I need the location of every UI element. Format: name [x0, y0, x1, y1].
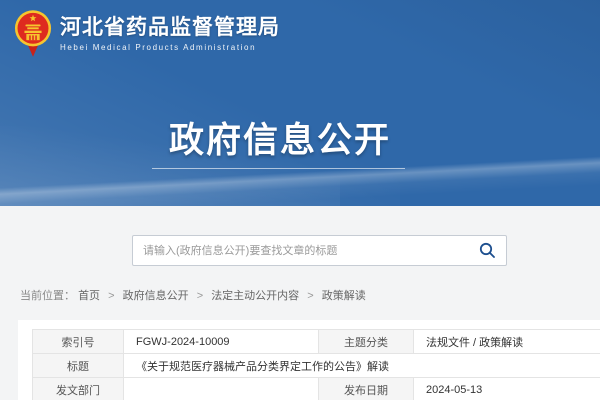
- breadcrumb-label: 当前位置：: [20, 290, 75, 302]
- content-card: 索引号 FGWJ-2024-10009 主题分类 法规文件 / 政策解读 标题 …: [18, 320, 600, 400]
- page: 河北省药品监督管理局 Hebei Medical Products Admini…: [0, 0, 600, 400]
- search-icon: [479, 242, 496, 259]
- breadcrumb-separator: >: [307, 290, 313, 302]
- table-row: 索引号 FGWJ-2024-10009 主题分类 法规文件 / 政策解读: [33, 330, 600, 354]
- index-number-value: FGWJ-2024-10009: [124, 330, 319, 354]
- breadcrumb-item-policy-interpretation[interactable]: 政策解读: [322, 290, 366, 302]
- topic-category-label: 主题分类: [319, 330, 414, 354]
- org-name-cn: 河北省药品监督管理局: [60, 16, 280, 40]
- national-emblem-icon: [14, 9, 52, 59]
- table-row: 发文部门 发布日期 2024-05-13: [33, 378, 600, 400]
- org-names: 河北省药品监督管理局 Hebei Medical Products Admini…: [60, 16, 280, 52]
- breadcrumb-item-statutory-content[interactable]: 法定主动公开内容: [211, 290, 299, 302]
- topic-category-value: 法规文件 / 政策解读: [414, 330, 600, 354]
- publish-date-value: 2024-05-13: [414, 378, 600, 400]
- title-value: 《关于规范医疗器械产品分类界定工作的公告》解读: [124, 354, 600, 378]
- breadcrumb-separator: >: [197, 290, 203, 302]
- search-box: [132, 235, 507, 266]
- page-title: 政府信息公开: [0, 112, 560, 163]
- issuing-department-label: 发文部门: [33, 378, 124, 400]
- org-name-en: Hebei Medical Products Administration: [60, 43, 280, 52]
- table-row: 标题 《关于规范医疗器械产品分类界定工作的公告》解读: [33, 354, 600, 378]
- breadcrumb: 当前位置： 首页 > 政府信息公开 > 法定主动公开内容 > 政策解读: [20, 287, 366, 303]
- banner: 河北省药品监督管理局 Hebei Medical Products Admini…: [0, 0, 600, 206]
- breadcrumb-item-home[interactable]: 首页: [78, 290, 100, 302]
- site-logo[interactable]: 河北省药品监督管理局 Hebei Medical Products Admini…: [14, 9, 280, 59]
- document-info-table: 索引号 FGWJ-2024-10009 主题分类 法规文件 / 政策解读 标题 …: [32, 329, 600, 400]
- breadcrumb-separator: >: [108, 290, 114, 302]
- search-input[interactable]: [133, 236, 468, 265]
- issuing-department-value: [124, 378, 319, 400]
- title-label: 标题: [33, 354, 124, 378]
- breadcrumb-item-info-disclosure[interactable]: 政府信息公开: [123, 290, 189, 302]
- search-button[interactable]: [468, 236, 506, 265]
- publish-date-label: 发布日期: [319, 378, 414, 400]
- title-underline: [152, 168, 405, 169]
- index-number-label: 索引号: [33, 330, 124, 354]
